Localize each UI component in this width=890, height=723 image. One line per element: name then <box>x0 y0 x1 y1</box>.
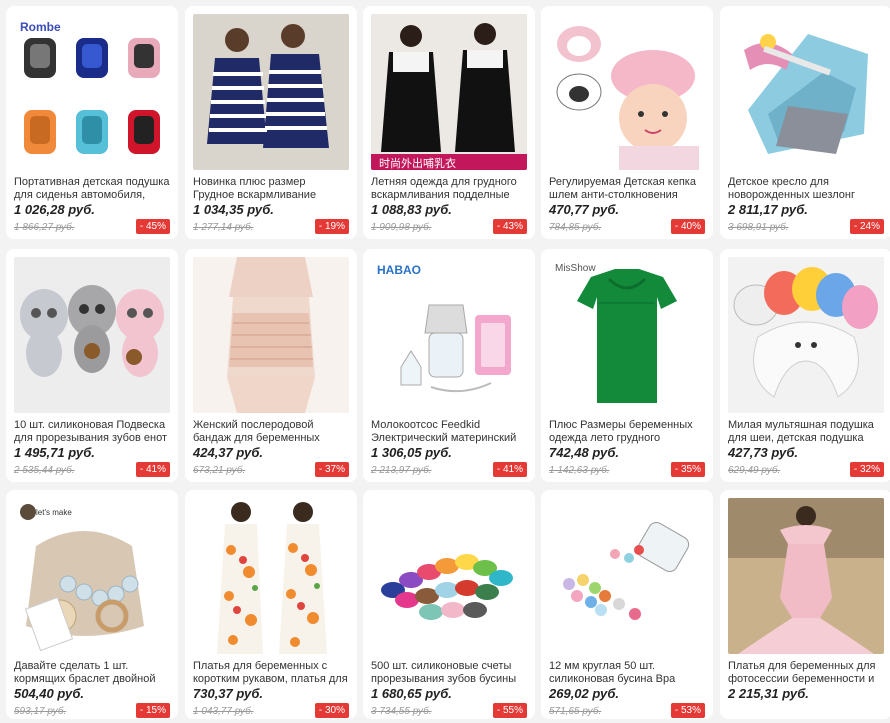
product-card[interactable]: Милая мультяшная подушка для шеи, детска… <box>720 249 890 482</box>
discount-badge: - 19% <box>314 219 349 234</box>
product-title[interactable]: Детское кресло для новорожденных шезлонг <box>728 176 884 202</box>
product-old-price: 629,49 руб. <box>728 465 781 476</box>
product-image[interactable] <box>549 498 705 654</box>
product-image[interactable] <box>728 14 884 170</box>
discount-badge: - 41% <box>492 462 527 477</box>
product-title[interactable]: Платья для беременных для фотосессии бер… <box>728 660 884 686</box>
product-price: 1 026,28 руб. <box>14 202 95 217</box>
product-image[interactable] <box>193 257 349 413</box>
product-price: 424,37 руб. <box>193 445 264 460</box>
product-image[interactable]: 时尚外出哺乳衣 <box>371 14 527 170</box>
product-grid: Rombe Портативная детская подушка для си… <box>0 0 890 723</box>
product-card[interactable]: Детское кресло для новорожденных шезлонг… <box>720 6 890 239</box>
product-old-price: 2 213,97 руб. <box>371 465 432 476</box>
discount-badge: - 15% <box>135 703 170 718</box>
product-price: 2 811,17 руб. <box>728 202 808 217</box>
discount-badge: - 53% <box>670 703 705 718</box>
discount-badge: - 43% <box>492 219 527 234</box>
product-title[interactable]: Плюс Размеры беременных одежда лето груд… <box>549 419 705 445</box>
product-price: 470,77 руб. <box>549 202 620 217</box>
product-title[interactable]: Давайте сделать 1 шт. кормящих браслет д… <box>14 660 170 686</box>
product-image[interactable]: let's make <box>14 498 170 654</box>
product-title[interactable]: Новинка плюс размер Грудное вскармливани… <box>193 176 349 202</box>
discount-badge: - 24% <box>849 219 884 234</box>
discount-badge: - 30% <box>314 703 349 718</box>
discount-badge: - 55% <box>492 703 527 718</box>
discount-badge: - 40% <box>670 219 705 234</box>
product-image[interactable] <box>728 257 884 413</box>
discount-badge: - 37% <box>314 462 349 477</box>
product-price: 2 215,31 руб. <box>728 686 809 701</box>
product-image[interactable]: HABAO <box>371 257 527 413</box>
product-old-price: 1 142,63 руб. <box>549 465 610 476</box>
product-price: 1 306,05 руб. <box>371 445 452 460</box>
product-card[interactable]: 500 шт. силиконовые счеты прорезывания з… <box>363 490 535 719</box>
product-card[interactable]: 时尚外出哺乳衣 Летняя одежда для грудного вскар… <box>363 6 535 239</box>
product-old-price: 3 698,91 руб. <box>728 222 789 233</box>
discount-badge: - 32% <box>849 462 884 477</box>
product-image[interactable] <box>549 14 705 170</box>
product-image[interactable] <box>14 257 170 413</box>
product-price: 427,73 руб. <box>728 445 799 460</box>
product-old-price: 3 734,55 руб. <box>371 706 432 717</box>
product-card[interactable]: let's make Давайте сделать 1 шт. кормящи… <box>6 490 178 719</box>
product-title[interactable]: 500 шт. силиконовые счеты прорезывания з… <box>371 660 527 686</box>
product-old-price: 1 866,27 руб. <box>14 222 75 233</box>
product-price: 742,48 руб. <box>549 445 620 460</box>
product-title[interactable]: Регулируемая Детская кепка шлем анти-сто… <box>549 176 705 202</box>
product-image[interactable] <box>728 498 884 654</box>
product-old-price: 1 909,98 руб. <box>371 222 432 233</box>
product-card[interactable]: Регулируемая Детская кепка шлем анти-сто… <box>541 6 713 239</box>
product-image[interactable] <box>193 498 349 654</box>
product-price: 1 034,35 руб. <box>193 202 274 217</box>
product-image[interactable]: MisShow <box>549 257 705 413</box>
product-old-price: 673,21 руб. <box>193 465 246 476</box>
product-price: 504,40 руб. <box>14 686 85 701</box>
product-price: 730,37 руб. <box>193 686 264 701</box>
product-image[interactable]: Rombe <box>14 14 170 170</box>
product-image[interactable] <box>193 14 349 170</box>
product-title[interactable]: Женский послеродовой бандаж для беременн… <box>193 419 349 445</box>
product-old-price: 784,85 руб. <box>549 222 602 233</box>
product-title[interactable]: Платья для беременных с коротким рукавом… <box>193 660 349 686</box>
brand-logo: HABAO <box>377 263 421 277</box>
product-old-price: 1 043,77 руб. <box>193 706 254 717</box>
product-title[interactable]: Летняя одежда для грудного вскармливания… <box>371 176 527 202</box>
brand-logo: let's make <box>36 508 72 517</box>
product-old-price: 593,17 руб. <box>14 706 67 717</box>
product-price: 1 088,83 руб. <box>371 202 452 217</box>
product-image[interactable] <box>371 498 527 654</box>
product-card[interactable]: Женский послеродовой бандаж для беременн… <box>185 249 357 482</box>
brand-logo: MisShow <box>555 263 596 274</box>
product-title[interactable]: Портативная детская подушка для сиденья … <box>14 176 170 202</box>
product-old-price: 571,65 руб. <box>549 706 602 717</box>
photo-caption: 时尚外出哺乳衣 <box>379 158 456 170</box>
product-price: 1 680,65 руб. <box>371 686 452 701</box>
product-old-price: 2 535,44 руб. <box>14 465 75 476</box>
product-price: 1 495,71 руб. <box>14 445 95 460</box>
product-card[interactable]: MisShow Плюс Размеры беременных одежда л… <box>541 249 713 482</box>
product-title[interactable]: 10 шт. силиконовая Подвеска для прорезыв… <box>14 419 170 445</box>
discount-badge: - 35% <box>670 462 705 477</box>
discount-badge: - 45% <box>135 219 170 234</box>
product-card[interactable]: HABAO Молокоотсос Feedkid Электрический … <box>363 249 535 482</box>
product-card[interactable]: Новинка плюс размер Грудное вскармливани… <box>185 6 357 239</box>
brand-logo: Rombe <box>20 20 61 34</box>
product-old-price: 1 277,14 руб. <box>193 222 254 233</box>
product-card[interactable]: 10 шт. силиконовая Подвеска для прорезыв… <box>6 249 178 482</box>
product-card[interactable]: Платья для беременных с коротким рукавом… <box>185 490 357 719</box>
product-card[interactable]: 12 мм круглая 50 шт. силиконовая бусина … <box>541 490 713 719</box>
product-title[interactable]: Молокоотсос Feedkid Электрический матери… <box>371 419 527 445</box>
product-card[interactable]: Платья для беременных для фотосессии бер… <box>720 490 890 719</box>
product-card[interactable]: Rombe Портативная детская подушка для си… <box>6 6 178 239</box>
product-price: 269,02 руб. <box>549 686 620 701</box>
discount-badge: - 41% <box>135 462 170 477</box>
product-title[interactable]: 12 мм круглая 50 шт. силиконовая бусина … <box>549 660 705 686</box>
product-title[interactable]: Милая мультяшная подушка для шеи, детска… <box>728 419 884 445</box>
